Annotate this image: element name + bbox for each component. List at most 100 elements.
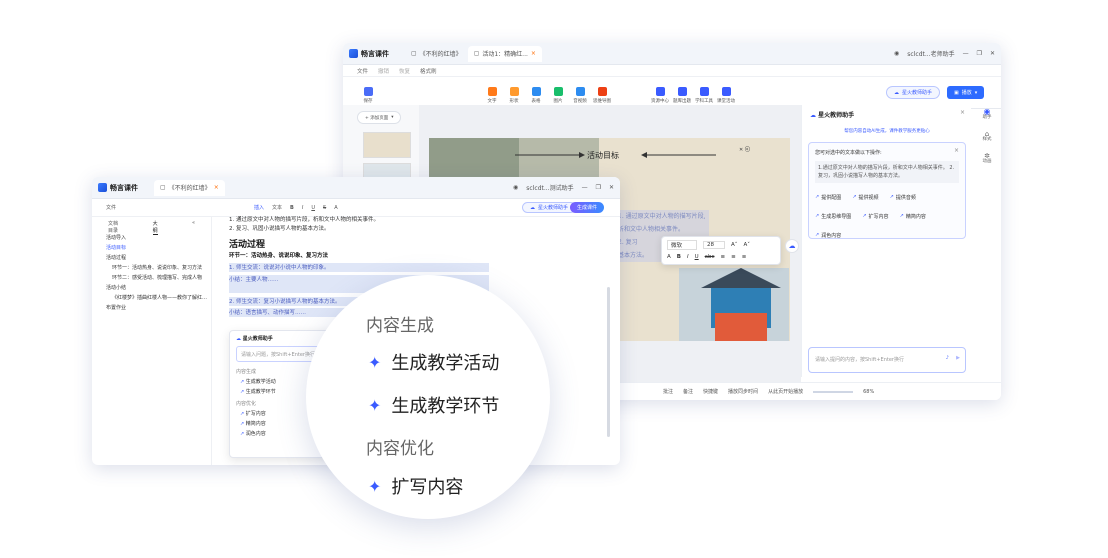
outline-item[interactable]: 环节一：活动热身、说说印象、复习方法 <box>106 263 210 273</box>
close-icon[interactable]: ✕ <box>990 50 995 57</box>
add-page-button[interactable]: + 添加页面 ▾ <box>357 111 402 124</box>
assistant-button[interactable]: ☁ 星火教师助手 <box>886 86 941 99</box>
ribbon-shape[interactable]: 形状 <box>503 87 525 104</box>
status-shortcut[interactable]: 快捷键 <box>703 388 718 395</box>
tab-label: 《不利的红墙》 <box>168 185 211 192</box>
ribbon-resources[interactable]: 资源中心 <box>649 87 671 104</box>
generate-button[interactable]: 生成课件 <box>570 202 605 213</box>
close-tab-icon[interactable]: × <box>214 184 219 191</box>
ribbon-quiz[interactable]: 题库出题 <box>671 87 693 104</box>
image-icon <box>553 87 563 96</box>
chip-image[interactable]: ↗ 提供配图 <box>815 194 841 201</box>
chip-expand[interactable]: ↗ 扩写内容 <box>862 213 888 220</box>
tab-doc[interactable]: ▢ 《不利的红墙》 × <box>154 179 225 196</box>
italic-icon[interactable]: I <box>687 254 689 260</box>
ribbon-table[interactable]: 表格 <box>525 87 547 104</box>
menu-redo[interactable]: 恢复 <box>399 67 410 75</box>
status-play-from[interactable]: 从此页开始播放 <box>768 388 803 395</box>
close-card-icon[interactable]: × <box>954 147 959 154</box>
strike-icon[interactable]: S <box>323 205 326 211</box>
ribbon-media[interactable]: 音视频 <box>569 87 591 104</box>
outline-item[interactable]: 《红楼梦》插曲红楼人物——教你了解红… <box>106 293 210 303</box>
tab-doc-1[interactable]: ▢ 《不利的红墙》 <box>405 46 468 62</box>
tools-icon <box>699 87 709 96</box>
chevron-down-icon[interactable]: ▾ <box>975 90 978 96</box>
font-select[interactable]: 微软 <box>667 240 698 250</box>
assistant-button[interactable]: ☁ 星火教师助手 <box>522 202 577 213</box>
popup-item-label: 生成教学活动 <box>245 379 276 385</box>
bold-icon[interactable]: B <box>677 254 681 260</box>
minimize-icon[interactable]: — <box>963 50 969 57</box>
mic-icon[interactable]: ♪ <box>946 355 949 361</box>
underline-icon[interactable]: U <box>311 205 315 211</box>
outline-item[interactable]: 布置作业 <box>106 303 210 313</box>
align-left-icon[interactable]: ≡ <box>721 254 726 260</box>
ribbon-save[interactable]: 保存 <box>357 87 379 104</box>
ribbon-image[interactable]: 图片 <box>547 87 569 104</box>
strike-icon[interactable]: abc <box>705 254 715 260</box>
close-panel-icon[interactable]: × <box>960 109 965 116</box>
ribbon-mindmap[interactable]: 思维导图 <box>591 87 613 104</box>
ribbon-tools[interactable]: 学科工具 <box>693 87 715 104</box>
chip-mindmap[interactable]: ↗ 生成思维导图 <box>815 213 851 220</box>
assistant-input[interactable]: 请输入提问的内容，按Shift+Enter换行 ♪ ▶ <box>808 347 966 373</box>
present-button[interactable]: ▣ 播放 ▾ <box>947 86 985 99</box>
ribbon-activity[interactable]: 课堂活动 <box>715 87 737 104</box>
outline-item[interactable]: 活动小结 <box>106 283 210 293</box>
outline-item[interactable]: 活动目标 <box>106 243 210 253</box>
menu-undo[interactable]: 撤销 <box>378 67 389 75</box>
font-color-icon[interactable]: A <box>667 254 671 260</box>
avatar[interactable]: ◉ <box>513 184 518 191</box>
zoom-level[interactable]: 68% <box>863 389 874 395</box>
underline-icon[interactable]: U <box>695 254 699 260</box>
insert-button[interactable]: 插入 <box>254 204 264 211</box>
rail-assistant[interactable]: ◉ 助手 <box>973 108 1001 121</box>
chip-video[interactable]: ↗ 提供视频 <box>852 194 878 201</box>
bold-icon[interactable]: B <box>290 205 294 211</box>
font-grow-icon[interactable]: A˄ <box>731 242 738 248</box>
ai-float-icon[interactable]: ☁ <box>785 239 799 253</box>
restore-icon[interactable]: ❐ <box>596 184 601 191</box>
menu-file[interactable]: 文件 <box>106 204 116 211</box>
status-comment[interactable]: 批注 <box>663 388 673 395</box>
menu-format-painter[interactable]: 格式刷 <box>420 67 437 75</box>
font-size-select[interactable]: 28 <box>703 241 726 249</box>
scrollbar[interactable] <box>607 287 610 437</box>
bubble-item-generate-step[interactable]: ✦ 生成教学环节 <box>368 392 499 418</box>
bubble-item-generate-activity[interactable]: ✦ 生成教学活动 <box>368 349 499 375</box>
chip-condense[interactable]: ↗ 精简内容 <box>900 213 926 220</box>
minimize-icon[interactable]: — <box>582 184 588 191</box>
status-sync[interactable]: 播放同步时间 <box>728 388 758 395</box>
menu-file[interactable]: 文件 <box>357 67 368 75</box>
chevron-down-icon[interactable]: ▾ <box>391 115 393 120</box>
slide-title[interactable]: 活动目标 <box>587 150 619 161</box>
avatar[interactable]: ◉ <box>894 50 899 57</box>
outline-item[interactable]: 活动导入 <box>106 233 210 243</box>
outline-item[interactable]: 活动过程 <box>106 253 210 263</box>
chip-audio[interactable]: ↗ 提供音频 <box>890 194 916 201</box>
font-shrink-icon[interactable]: A˅ <box>744 242 751 248</box>
user-name[interactable]: sclcdt...测试助手 <box>526 183 573 192</box>
outline-item[interactable]: 环节二：感受活动、梳理描写、完成人物 <box>106 273 210 283</box>
align-right-icon[interactable]: ≡ <box>742 254 747 260</box>
font-color-icon[interactable]: A <box>334 205 337 211</box>
tab-doc-2[interactable]: ▢ 活动1：精确红... × <box>467 45 542 62</box>
slide-thumbnail[interactable] <box>363 132 411 158</box>
send-icon[interactable]: ▶ <box>956 355 960 361</box>
ribbon-text[interactable]: 文字 <box>481 87 503 104</box>
text-style-select[interactable]: 文本 <box>272 204 282 211</box>
zoom-slider[interactable] <box>813 390 854 393</box>
chip-polish[interactable]: ↗ 润色内容 <box>815 232 841 239</box>
status-note[interactable]: 备注 <box>683 388 693 395</box>
chip-label: 润色内容 <box>821 232 842 239</box>
user-name[interactable]: sclcdt...老师助手 <box>907 49 954 58</box>
bubble-item-expand[interactable]: ✦ 扩写内容 <box>368 473 463 499</box>
close-tab-icon[interactable]: × <box>531 50 536 57</box>
align-center-icon[interactable]: ≡ <box>731 254 736 260</box>
doc-subheading: 环节一：活动热身、说说印象、复习方法 <box>229 253 329 259</box>
italic-icon[interactable]: I <box>302 205 303 211</box>
restore-icon[interactable]: ❐ <box>977 50 982 57</box>
close-icon[interactable]: ✕ <box>609 184 614 191</box>
rail-style[interactable]: ⌂ 样式 <box>973 131 1001 143</box>
rail-animation[interactable]: ✲ 动画 <box>973 153 1001 165</box>
